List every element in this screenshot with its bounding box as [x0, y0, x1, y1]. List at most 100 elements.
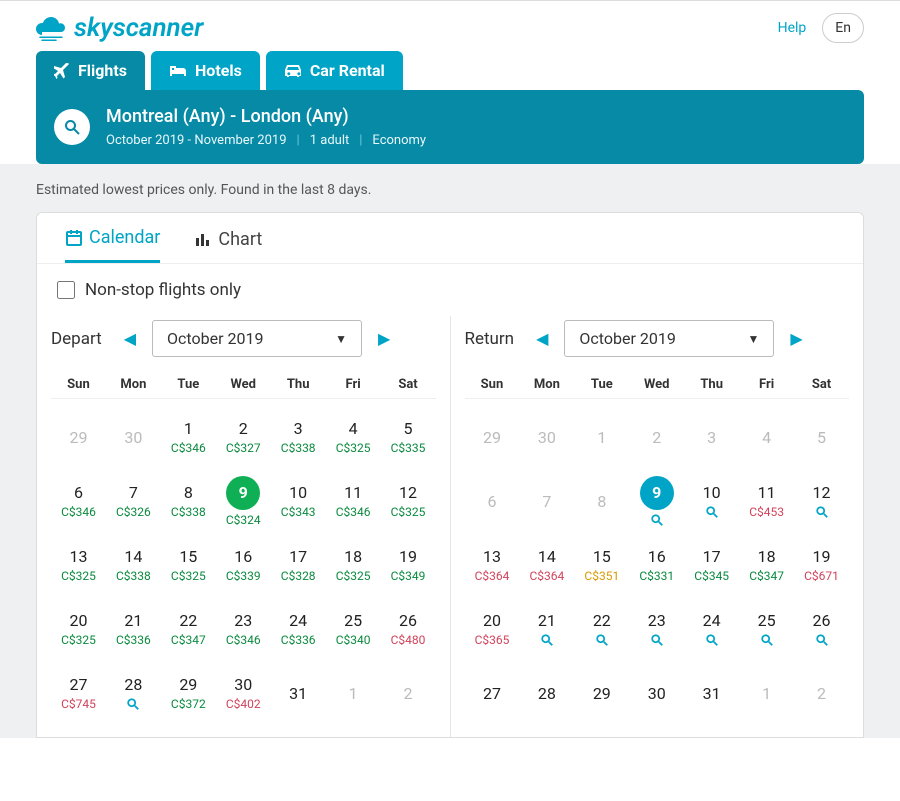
return-day-cell[interactable]: 10 — [684, 469, 739, 533]
return-day-cell[interactable]: 19C$671 — [794, 533, 849, 597]
return-day-cell[interactable]: 25 — [739, 597, 794, 661]
search-icon — [595, 633, 609, 647]
depart-day-cell[interactable]: 8C$338 — [161, 469, 216, 533]
depart-day-cell[interactable]: 10C$343 — [271, 469, 326, 533]
search-icon — [815, 505, 829, 519]
return-day-cell[interactable]: 13C$364 — [465, 533, 520, 597]
price-label: C$364 — [475, 569, 510, 583]
depart-day-cell[interactable]: 9C$324 — [216, 469, 271, 533]
price-label: C$327 — [226, 441, 261, 455]
depart-day-cell[interactable]: 7C$326 — [106, 469, 161, 533]
search-icon — [54, 109, 90, 145]
return-day-cell[interactable]: 9 — [629, 469, 684, 533]
return-day-cell[interactable]: 21 — [519, 597, 574, 661]
depart-day-cell[interactable]: 31 — [271, 661, 326, 725]
depart-day-cell[interactable]: 29C$372 — [161, 661, 216, 725]
depart-prev-month[interactable]: ◀ — [118, 325, 142, 352]
price-label: C$745 — [61, 697, 96, 711]
return-day-cell[interactable]: 14C$364 — [519, 533, 574, 597]
price-label: C$325 — [171, 569, 206, 583]
price-label: C$339 — [226, 569, 261, 583]
depart-day-cell: 30 — [106, 405, 161, 469]
logo[interactable]: skyscanner — [36, 13, 203, 43]
depart-day-cell[interactable]: 19C$349 — [381, 533, 436, 597]
return-month-select[interactable]: October 2019 ▼ — [564, 320, 774, 357]
return-day-cell[interactable]: 20C$365 — [465, 597, 520, 661]
depart-day-cell[interactable]: 22C$347 — [161, 597, 216, 661]
tab-flights-label: Flights — [78, 61, 127, 80]
depart-day-cell[interactable]: 6C$346 — [51, 469, 106, 533]
return-month-label: October 2019 — [579, 329, 675, 348]
return-day-cell[interactable]: 17C$345 — [684, 533, 739, 597]
depart-day-cell[interactable]: 2C$327 — [216, 405, 271, 469]
depart-day-cell[interactable]: 4C$325 — [326, 405, 381, 469]
depart-day-cell[interactable]: 25C$340 — [326, 597, 381, 661]
view-tab-calendar[interactable]: Calendar — [65, 227, 160, 263]
depart-day-cell[interactable]: 23C$346 — [216, 597, 271, 661]
chart-icon — [194, 230, 212, 248]
depart-day-cell[interactable]: 30C$402 — [216, 661, 271, 725]
day-of-week-header: Wed — [216, 371, 271, 398]
return-day-cell[interactable]: 18C$347 — [739, 533, 794, 597]
return-day-cell[interactable]: 29 — [574, 661, 629, 725]
return-day-cell[interactable]: 28 — [519, 661, 574, 725]
depart-day-cell[interactable]: 12C$325 — [381, 469, 436, 533]
return-day-cell[interactable]: 11C$453 — [739, 469, 794, 533]
view-tab-chart[interactable]: Chart — [194, 227, 262, 263]
return-day-cell[interactable]: 31 — [684, 661, 739, 725]
return-day-cell: 3 — [684, 405, 739, 469]
depart-day-cell[interactable]: 3C$338 — [271, 405, 326, 469]
depart-day-cell[interactable]: 24C$336 — [271, 597, 326, 661]
return-day-cell[interactable]: 30 — [629, 661, 684, 725]
search-icon — [126, 697, 140, 711]
tab-hotels[interactable]: Hotels — [151, 51, 260, 90]
return-day-cell[interactable]: 15C$351 — [574, 533, 629, 597]
return-day-cell: 2 — [794, 661, 849, 725]
depart-day-cell[interactable]: 11C$346 — [326, 469, 381, 533]
depart-day-cell[interactable]: 15C$325 — [161, 533, 216, 597]
return-day-cell[interactable]: 27 — [465, 661, 520, 725]
price-label: C$340 — [336, 633, 371, 647]
price-label: C$347 — [749, 569, 784, 583]
day-of-week-header: Tue — [161, 371, 216, 398]
price-label: C$671 — [804, 569, 839, 583]
day-of-week-header: Fri — [326, 371, 381, 398]
depart-day-cell[interactable]: 18C$325 — [326, 533, 381, 597]
return-day-cell[interactable]: 12 — [794, 469, 849, 533]
return-day-cell[interactable]: 16C$331 — [629, 533, 684, 597]
return-prev-month[interactable]: ◀ — [530, 325, 554, 352]
depart-day-cell[interactable]: 13C$325 — [51, 533, 106, 597]
depart-day-cell[interactable]: 17C$328 — [271, 533, 326, 597]
depart-day-cell[interactable]: 20C$325 — [51, 597, 106, 661]
view-tab-calendar-label: Calendar — [89, 227, 160, 248]
depart-next-month[interactable]: ▶ — [372, 325, 396, 352]
locale-button[interactable]: En — [822, 13, 864, 43]
nonstop-checkbox[interactable] — [57, 281, 75, 299]
return-day-cell[interactable]: 24 — [684, 597, 739, 661]
help-link[interactable]: Help — [778, 20, 807, 36]
return-day-cell[interactable]: 26 — [794, 597, 849, 661]
depart-day-cell[interactable]: 21C$336 — [106, 597, 161, 661]
depart-day-cell[interactable]: 14C$338 — [106, 533, 161, 597]
search-summary[interactable]: Montreal (Any) - London (Any) October 20… — [36, 90, 864, 164]
price-label: C$338 — [171, 505, 206, 519]
depart-day-cell[interactable]: 28 — [106, 661, 161, 725]
depart-day-cell[interactable]: 16C$339 — [216, 533, 271, 597]
price-label: C$346 — [171, 441, 206, 455]
day-of-week-header: Mon — [106, 371, 161, 398]
depart-label: Depart — [51, 329, 102, 349]
tab-flights[interactable]: Flights — [36, 51, 145, 90]
search-icon — [705, 505, 719, 519]
tab-car-rental[interactable]: Car Rental — [266, 51, 403, 90]
depart-month-select[interactable]: October 2019 ▼ — [152, 320, 362, 357]
price-label: C$325 — [61, 633, 96, 647]
price-label: C$324 — [226, 513, 261, 527]
depart-day-cell[interactable]: 5C$335 — [381, 405, 436, 469]
return-day-cell[interactable]: 23 — [629, 597, 684, 661]
disclaimer-text: Estimated lowest prices only. Found in t… — [0, 182, 900, 212]
depart-day-cell[interactable]: 26C$480 — [381, 597, 436, 661]
return-next-month[interactable]: ▶ — [784, 325, 808, 352]
depart-day-cell[interactable]: 27C$745 — [51, 661, 106, 725]
depart-day-cell[interactable]: 1C$346 — [161, 405, 216, 469]
return-day-cell[interactable]: 22 — [574, 597, 629, 661]
